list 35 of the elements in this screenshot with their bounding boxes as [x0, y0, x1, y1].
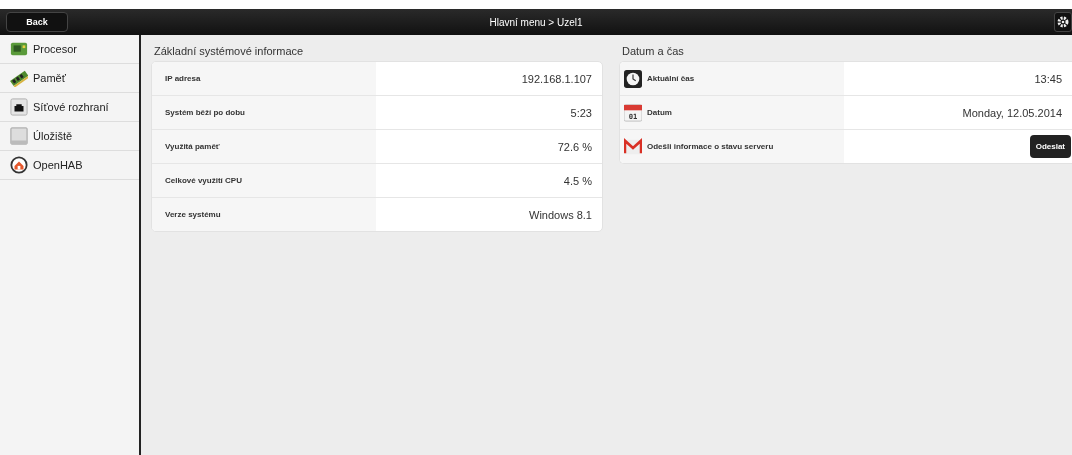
chip-icon [10, 40, 28, 58]
row-value: 72.6 % [556, 139, 593, 155]
row-value: 5:23 [569, 105, 593, 121]
section-title: Základní systémové informace [154, 45, 305, 57]
row-value: 13:45 [1033, 71, 1063, 87]
row-label: Využitá paměť [152, 130, 376, 163]
network-port-icon [10, 98, 28, 116]
settings-button[interactable] [1054, 12, 1072, 32]
breadcrumb-title: Hlavní menu > Uzel1 [489, 16, 583, 28]
calendar-icon: 01 [624, 103, 642, 122]
row-label: Datum [647, 108, 672, 117]
row-value: 4.5 % [562, 173, 593, 189]
row-value: Monday, 12.05.2014 [961, 105, 1063, 121]
row-value: Windows 8.1 [528, 207, 593, 223]
row-label: IP adresa [152, 62, 376, 95]
sidebar-item[interactable]: Procesor [0, 35, 139, 64]
memory-module-icon [10, 69, 28, 87]
sidebar-item[interactable]: Síťové rozhraní [0, 93, 139, 122]
row-label: Odešli informace o stavu serveru [647, 142, 774, 151]
mail-icon [624, 137, 642, 156]
section-title: Datum a čas [622, 45, 685, 57]
back-button[interactable]: Back [6, 12, 68, 32]
drive-icon [10, 127, 28, 145]
sidebar-item[interactable]: OpenHAB [0, 151, 139, 180]
row-value: 192.168.1.107 [520, 71, 593, 87]
send-button[interactable]: Odeslat [1029, 135, 1071, 158]
row-label: Systém běží po dobu [152, 96, 376, 129]
house-logo-icon [10, 156, 28, 174]
row-label: Aktuální čas [647, 74, 695, 83]
row-label: Verze systému [152, 198, 376, 231]
sidebar-item[interactable]: Úložiště [0, 122, 139, 151]
row-label: Celkové využití CPU [152, 164, 376, 197]
settings-icon [1057, 16, 1069, 28]
clock-icon [624, 69, 642, 88]
sidebar-item[interactable]: Paměť [0, 64, 139, 93]
